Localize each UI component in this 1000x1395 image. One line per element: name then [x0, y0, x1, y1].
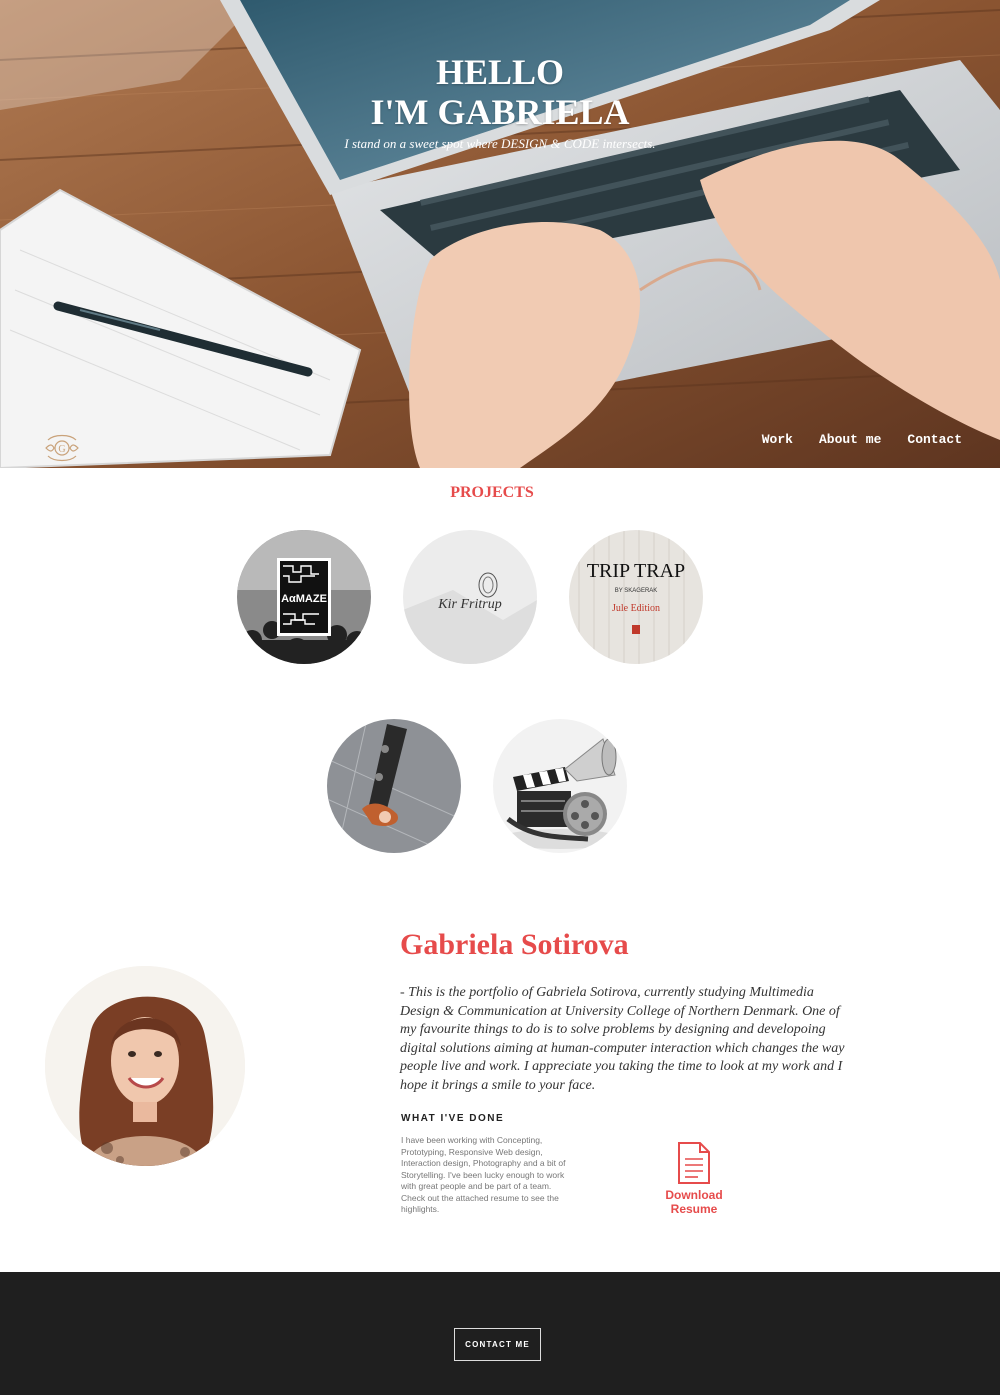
project-trip-trap[interactable]: TRIP TRAP BY SKAGERAK Jule Edition	[569, 530, 703, 664]
project-trip-trap-edition: Jule Edition	[612, 603, 660, 614]
nav-item-about[interactable]: About me	[819, 432, 881, 447]
project-skate-image	[327, 719, 461, 853]
download-label-line1: Download	[665, 1188, 723, 1202]
logo-letter: G	[58, 444, 65, 455]
avatar-photo	[45, 966, 245, 1166]
contact-me-button[interactable]: CONTACT ME	[454, 1328, 541, 1361]
project-trip-trap-sub: BY SKAGERAK	[615, 588, 658, 594]
site-logo[interactable]: G	[44, 432, 80, 464]
what-ive-done-text: I have been working with Concepting, Pro…	[401, 1135, 566, 1214]
ornament-logo-icon: G	[45, 434, 79, 462]
project-amaze-label: AαMAZE	[281, 593, 327, 605]
project-film[interactable]	[493, 719, 627, 853]
download-resume-button[interactable]: Download Resume	[654, 1142, 734, 1216]
project-amaze[interactable]: AαMAZE	[237, 530, 371, 664]
nav-item-work[interactable]: Work	[762, 432, 793, 447]
hero-title-line2: I'M GABRIELA	[370, 92, 630, 132]
download-label-line2: Resume	[670, 1202, 718, 1216]
about-bio: - This is the portfolio of Gabriela Soti…	[400, 985, 845, 1093]
hero-subtitle: I stand on a sweet spot where DESIGN & C…	[344, 136, 656, 151]
project-amaze-image: AαMAZE	[237, 530, 371, 664]
project-trip-trap-image: TRIP TRAP BY SKAGERAK Jule Edition	[569, 530, 703, 664]
project-kir-fritrup[interactable]: Kir Fritrup	[403, 530, 537, 664]
main-nav: Work About me Contact	[762, 432, 962, 447]
nav-item-contact[interactable]: Contact	[907, 432, 962, 447]
about-name: Gabriela Sotirova	[400, 928, 629, 961]
project-trip-trap-title: TRIP TRAP	[587, 560, 685, 582]
project-film-image	[493, 719, 627, 853]
project-skate[interactable]	[327, 719, 461, 853]
avatar	[45, 966, 245, 1166]
hero-title: HELLO I'M GABRIELA	[300, 52, 700, 132]
project-kir-fritrup-image: Kir Fritrup	[403, 530, 537, 664]
hero-title-line1: HELLO	[435, 52, 565, 92]
hero-section: HELLO I'M GABRIELA I stand on a sweet sp…	[0, 0, 1000, 468]
project-kir-label: Kir Fritrup	[437, 597, 501, 612]
projects-title: PROJECTS	[450, 484, 534, 501]
document-icon	[678, 1142, 710, 1184]
what-ive-done-title: WHAT I'VE DONE	[401, 1113, 505, 1124]
